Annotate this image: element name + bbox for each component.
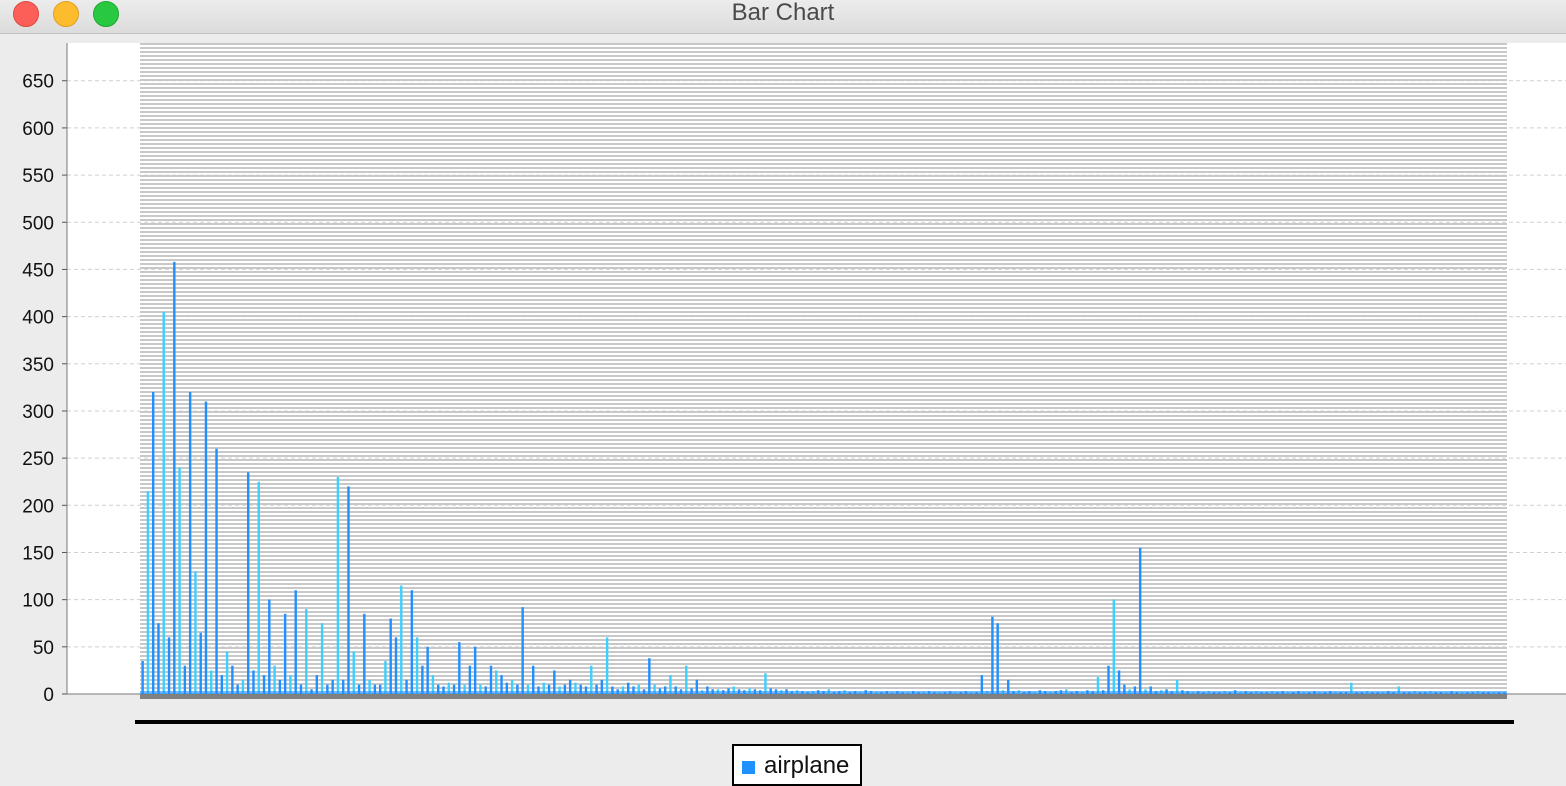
bar — [685, 665, 688, 694]
bar — [489, 665, 493, 694]
bar — [468, 665, 472, 694]
bar — [648, 658, 651, 694]
y-tick-label: 100 — [22, 591, 54, 612]
bar — [178, 467, 181, 694]
bar — [320, 623, 324, 694]
bar — [283, 613, 287, 694]
bar — [305, 609, 308, 694]
bar — [199, 632, 202, 694]
bar — [210, 670, 213, 694]
bar — [473, 646, 477, 694]
legend-label: airplane — [764, 752, 850, 779]
window-title: Bar Chart — [731, 0, 835, 26]
bar — [352, 651, 355, 694]
bar — [225, 651, 229, 694]
bar — [991, 616, 994, 694]
bar — [495, 670, 498, 694]
category-axis-band — [140, 694, 1507, 699]
y-tick-label: 300 — [22, 402, 54, 423]
bar — [204, 401, 208, 694]
bar-base-strip — [140, 691, 1507, 694]
window-titlebar: Bar Chart — [0, 0, 1566, 34]
bar — [268, 599, 271, 694]
y-tick-label: 350 — [22, 355, 54, 376]
y-tick-label: 500 — [22, 213, 54, 234]
bar — [336, 477, 340, 694]
bar — [1138, 547, 1142, 694]
chart-legend: airplane — [732, 744, 862, 786]
bar — [996, 623, 999, 694]
bar — [141, 660, 144, 694]
y-tick-label: 50 — [33, 638, 54, 659]
bar — [231, 665, 234, 694]
bar — [347, 486, 350, 694]
y-tick-label: 200 — [22, 496, 54, 517]
bar — [363, 613, 366, 694]
bar — [394, 637, 398, 694]
bar — [215, 448, 218, 694]
bar — [389, 618, 392, 694]
bar — [194, 571, 197, 694]
bar — [521, 607, 524, 694]
y-tick-label: 650 — [22, 72, 54, 93]
bar — [764, 673, 767, 694]
y-tick-label: 150 — [22, 543, 54, 564]
bar — [410, 590, 414, 694]
bar — [590, 665, 593, 694]
bar — [553, 670, 556, 694]
y-tick-label: 550 — [22, 166, 54, 187]
bar — [384, 660, 387, 694]
bar — [167, 637, 171, 694]
bar — [257, 481, 260, 694]
bar — [294, 590, 297, 694]
bar — [1112, 599, 1115, 694]
bar — [532, 665, 535, 694]
y-tick-label: 600 — [22, 119, 54, 140]
y-tick-label: 450 — [22, 260, 54, 281]
bar-chart: 0 50 100 150 200 250 300 350 400 450 500 550 600 650 — [22, 43, 1566, 724]
bar — [415, 637, 419, 694]
bar — [162, 311, 165, 694]
bar — [1117, 670, 1121, 694]
bar — [183, 665, 187, 694]
legend-swatch — [742, 761, 755, 774]
bar — [146, 491, 150, 694]
bar — [151, 392, 155, 694]
bar — [273, 665, 276, 694]
bar — [252, 670, 255, 694]
bar — [173, 261, 176, 694]
y-tick-label: 400 — [22, 308, 54, 329]
bar — [421, 665, 424, 694]
bar — [157, 623, 160, 694]
bar — [1107, 665, 1110, 694]
y-tick-label: 250 — [22, 449, 54, 470]
bar — [426, 646, 429, 694]
bar — [188, 392, 192, 694]
y-tick-label: 0 — [43, 685, 54, 706]
bar — [400, 585, 403, 694]
bar — [458, 642, 461, 694]
bar — [247, 472, 250, 694]
bar — [605, 637, 609, 694]
